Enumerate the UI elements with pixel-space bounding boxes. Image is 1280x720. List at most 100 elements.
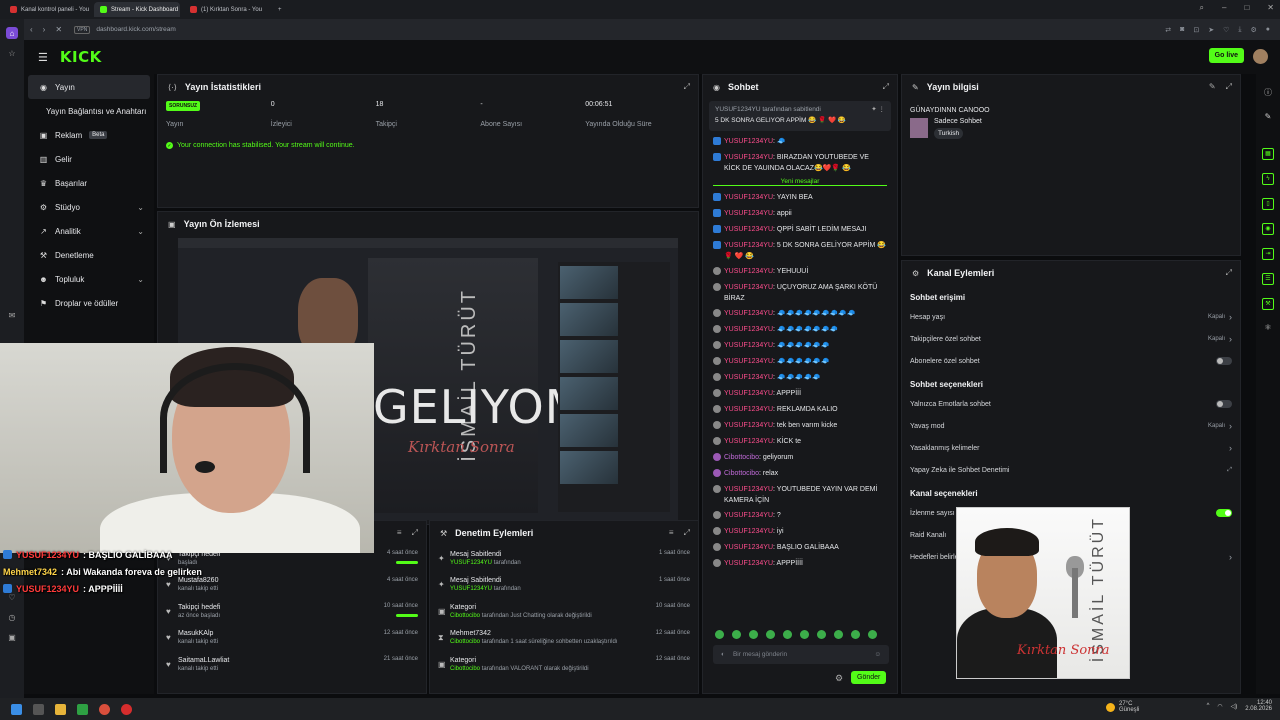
popout-icon[interactable]: ⤢ <box>1226 82 1232 92</box>
sidebar-item-achievements[interactable]: ♛ Başarılar <box>24 171 154 195</box>
heart-icon[interactable]: ♡ <box>1223 26 1229 34</box>
sidebar-item-studio[interactable]: ⚙ Stüdyo ⌄ <box>24 195 154 219</box>
chat-message[interactable]: YUSUF1234YU: appii <box>703 205 897 221</box>
home-icon[interactable]: ⌂ <box>6 27 18 39</box>
tab-kick-dashboard[interactable]: Stream - Kick Dashboard <box>94 2 180 17</box>
chat-username[interactable]: YUSUF1234YU <box>724 390 773 397</box>
chat-message[interactable]: YUSUF1234YU: REKLAMDA KALIO <box>703 401 897 417</box>
chat-input[interactable]: ◐ Bir mesaj gönderin ☺ <box>713 645 889 664</box>
chat-username[interactable]: YUSUF1234YU <box>724 242 773 249</box>
chat-username[interactable]: YUSUF1234YU <box>724 342 773 349</box>
popout-icon[interactable]: ⤢ <box>883 82 889 92</box>
popout-icon[interactable]: ⤢ <box>684 528 690 538</box>
sidebar-item-ads[interactable]: ▣ Reklam Beta <box>24 123 154 147</box>
chat-message[interactable]: YUSUF1234YU: YEHUUUİ <box>703 263 897 279</box>
chat-username[interactable]: YUSUF1234YU <box>724 422 773 429</box>
sidebar-item-community[interactable]: ☻ Topluluk ⌄ <box>24 267 154 291</box>
box-icon[interactable]: ▣ <box>6 631 18 643</box>
chat-message[interactable]: YUSUF1234YU: UÇUYORUZ AMA ŞARKI KÖTÜ BİR… <box>703 279 897 305</box>
popout-icon[interactable]: ⤢ <box>1226 268 1232 278</box>
sidebar-item-revenue[interactable]: ▥ Gelir <box>24 147 154 171</box>
clock-icon[interactable]: ◷ <box>6 611 18 623</box>
pinned-message[interactable]: YUSUF1234YU tarafından sabitlendi 5 DK S… <box>709 101 891 131</box>
channel-action-row[interactable]: Takipçilere özel sohbet Kapalı › <box>902 328 1240 350</box>
filter-icon[interactable]: ≡ <box>397 528 402 538</box>
chat-username[interactable]: YUSUF1234YU <box>724 406 773 413</box>
emote-icon[interactable] <box>783 630 792 639</box>
chat-message[interactable]: YUSUF1234YU: 🧢🧢🧢🧢🧢🧢🧢🧢🧢 <box>703 305 897 321</box>
chevron-right-icon[interactable]: › <box>1229 334 1232 344</box>
chevron-right-icon[interactable]: › <box>1229 443 1232 453</box>
chat-message[interactable]: YUSUF1234YU: BAŞLIO GALİBAAA <box>703 539 897 555</box>
chat-username[interactable]: YUSUF1234YU <box>724 512 773 519</box>
chrome-icon[interactable] <box>99 703 110 715</box>
emote-icon[interactable] <box>868 630 877 639</box>
kick-logo[interactable]: KICK <box>60 48 102 66</box>
chat-username[interactable]: YUSUF1234YU <box>724 284 773 291</box>
emote-icon[interactable] <box>851 630 860 639</box>
toggle-switch[interactable] <box>1216 509 1232 517</box>
chat-username[interactable]: Cibottocibo <box>724 470 759 477</box>
close-window-button[interactable]: ✕ <box>1267 3 1274 13</box>
weather-widget[interactable]: 27°C Güneşli <box>1106 701 1139 713</box>
channel-action-row[interactable]: Yasaklanmış kelimeler › <box>902 437 1240 459</box>
edit-icon[interactable]: ✎ <box>1209 82 1216 92</box>
emote-icon[interactable] <box>834 630 843 639</box>
chat-username[interactable]: YUSUF1234YU <box>724 358 773 365</box>
maximize-button[interactable]: □ <box>1244 3 1249 13</box>
qr-icon[interactable]: ▦ <box>1262 148 1274 160</box>
emote-icon[interactable] <box>766 630 775 639</box>
chevron-up-icon[interactable]: ^ <box>1207 703 1210 709</box>
toggle-switch[interactable] <box>1216 400 1232 408</box>
arrow-icon[interactable]: ➤ <box>1208 26 1214 34</box>
task-view-icon[interactable] <box>33 703 44 715</box>
clock[interactable]: 12:40 2.08.2026 <box>1245 700 1272 712</box>
chat-message[interactable]: YUSUF1234YU: 🧢🧢🧢🧢🧢🧢🧢 <box>703 321 897 337</box>
download-icon[interactable]: ⤓ <box>1238 26 1241 34</box>
wifi-icon[interactable]: ◠ <box>1217 703 1222 710</box>
chat-username[interactable]: YUSUF1234YU <box>724 374 773 381</box>
chat-username[interactable]: YUSUF1234YU <box>724 138 773 145</box>
sidebar-item-drops[interactable]: ⚑ Droplar ve ödüller <box>24 291 154 315</box>
channel-action-row[interactable]: Hesap yaşı Kapalı › <box>902 306 1240 328</box>
chat-username[interactable]: YUSUF1234YU <box>724 268 773 275</box>
popout-icon[interactable]: ⤢ <box>684 82 690 92</box>
chat-username[interactable]: YUSUF1234YU <box>724 226 773 233</box>
chat-bubble-icon[interactable]: ◉ <box>1262 223 1274 235</box>
chat-username[interactable]: YUSUF1234YU <box>724 486 773 493</box>
tab-youtube-video[interactable]: (1) Kırktan Sonra - You <box>184 2 268 17</box>
chat-message[interactable]: YUSUF1234YU: 🧢🧢🧢🧢🧢🧢 <box>703 337 897 353</box>
chat-message[interactable]: Cibottocibo: relax <box>703 465 897 481</box>
chat-message[interactable]: YUSUF1234YU: 5 DK SONRA GELİYOR APPİM 😂 … <box>703 237 897 263</box>
star-icon[interactable]: ☆ <box>6 47 18 59</box>
share-icon[interactable]: ⚛ <box>1262 323 1274 335</box>
chevron-right-icon[interactable]: › <box>1229 421 1232 431</box>
url-field[interactable]: VPN dashboard.kick.com/stream <box>74 25 176 34</box>
toggle-switch[interactable] <box>1216 357 1232 365</box>
raid-icon[interactable]: ⇥ <box>1262 248 1274 260</box>
wrench-icon[interactable]: ⚒ <box>1262 298 1274 310</box>
chat-message[interactable]: YUSUF1234YU: 🧢 <box>703 133 897 149</box>
edit-icon[interactable]: ✎ <box>1262 112 1274 124</box>
chat-username[interactable]: YUSUF1234YU <box>724 544 773 551</box>
gear-icon[interactable]: ⚙ <box>835 673 843 684</box>
menu-icon[interactable]: ☰ <box>38 51 48 64</box>
send-button[interactable]: Gönder <box>851 671 887 684</box>
whatsapp-icon[interactable] <box>77 703 88 715</box>
back-icon[interactable]: ‹ <box>30 25 33 34</box>
snapshot-icon[interactable]: ⊡ <box>1193 26 1199 34</box>
file-explorer-icon[interactable] <box>55 703 66 715</box>
extensions-icon[interactable]: ⚙ <box>1250 26 1256 34</box>
chat-message[interactable]: YUSUF1234YU: ? <box>703 507 897 523</box>
chat-message[interactable]: YUSUF1234YU: APPPİİİ <box>703 385 897 401</box>
tab-youtube-studio[interactable]: Kanal kontrol paneli - You <box>4 2 90 17</box>
chat-username[interactable]: YUSUF1234YU <box>724 528 773 535</box>
list-icon[interactable]: ☰ <box>1262 273 1274 285</box>
chat-username[interactable]: YUSUF1234YU <box>724 560 773 567</box>
chat-message[interactable]: YUSUF1234YU: YAYIN BEA <box>703 189 897 205</box>
search-tabs-icon[interactable]: ⌕ <box>1200 3 1204 13</box>
channel-action-row[interactable]: Yapay Zeka ile Sohbet Denetimi ⤢ <box>902 459 1240 481</box>
camera-icon[interactable]: ◙ <box>1180 26 1184 34</box>
channel-action-row[interactable]: Yavaş mod Kapalı › <box>902 415 1240 437</box>
chat-message[interactable]: YUSUF1234YU: iyi <box>703 523 897 539</box>
